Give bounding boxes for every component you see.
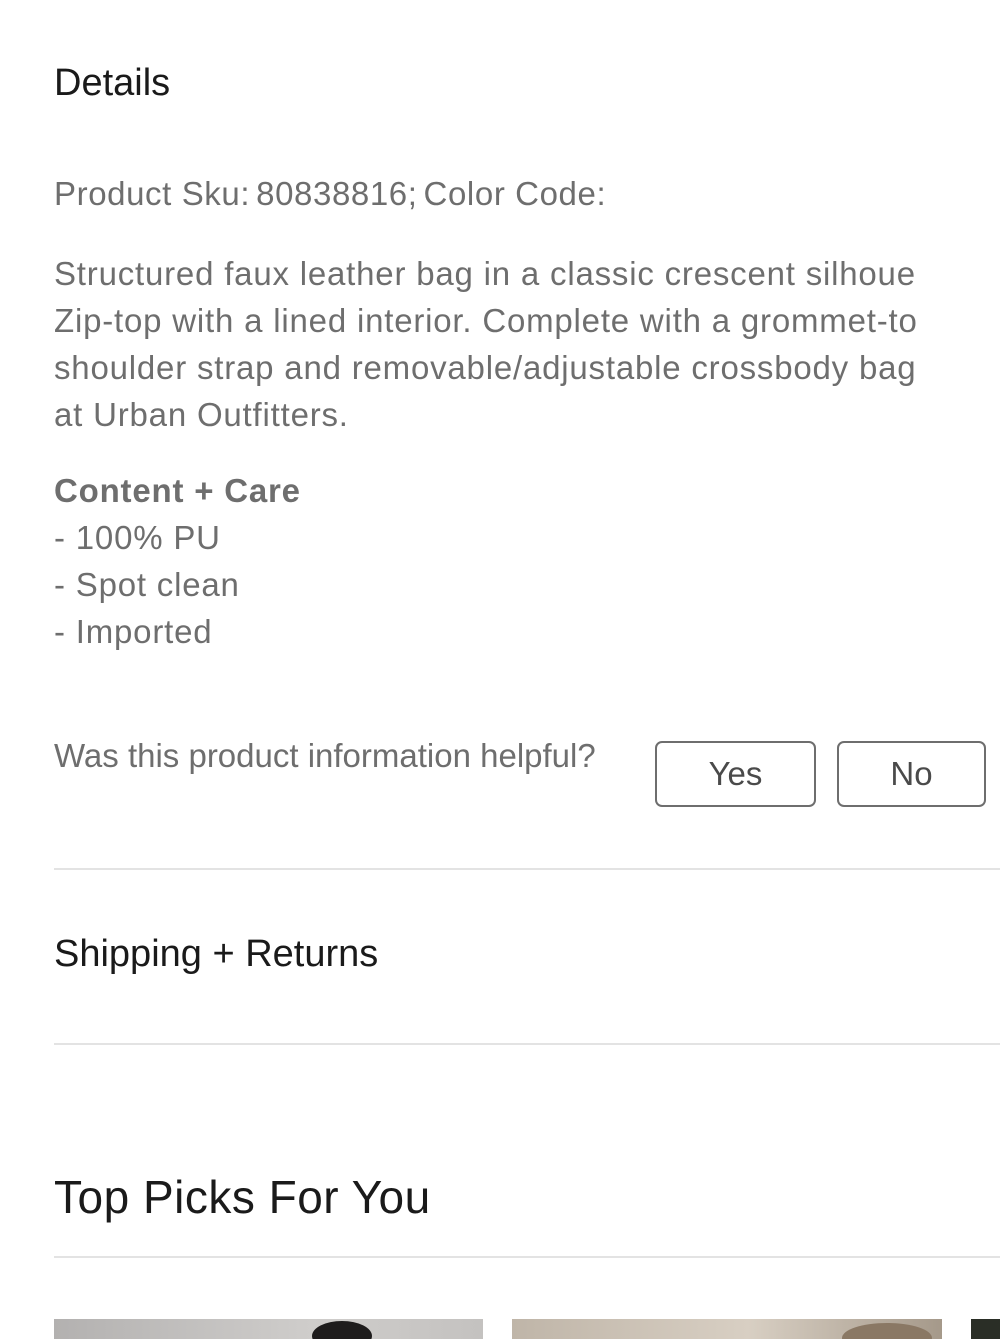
color-code-label: Color Code: — [423, 175, 607, 212]
product-card-image[interactable] — [54, 1319, 483, 1339]
care-item: - Imported — [54, 613, 213, 650]
content-care-title: Content + Care — [54, 472, 301, 509]
section-divider — [54, 1256, 1000, 1258]
description-line: shoulder strap and removable/adjustable … — [54, 349, 917, 386]
section-divider — [54, 1043, 1000, 1045]
helpful-yes-button[interactable]: Yes — [655, 741, 816, 807]
product-card-image[interactable] — [971, 1319, 1000, 1339]
description-line: Zip-top with a lined interior. Complete … — [54, 302, 918, 339]
helpful-no-button[interactable]: No — [837, 741, 986, 807]
description-line: Structured faux leather bag in a classic… — [54, 255, 916, 292]
sku-label: Product Sku: — [54, 175, 251, 212]
top-picks-heading: Top Picks For You — [54, 1171, 431, 1223]
description-line: at Urban Outfitters. — [54, 396, 349, 433]
product-card-image[interactable] — [512, 1319, 942, 1339]
shipping-returns-heading[interactable]: Shipping + Returns — [54, 933, 378, 976]
product-description: Structured faux leather bag in a classic… — [54, 250, 1000, 438]
sku-value: 80838816; — [256, 175, 418, 212]
section-divider — [54, 868, 1000, 870]
details-heading[interactable]: Details — [54, 62, 170, 105]
helpful-question: Was this product information helpful? — [54, 737, 596, 774]
care-item: - Spot clean — [54, 566, 240, 603]
product-sku-line: Product Sku: 80838816; Color Code: — [54, 175, 612, 213]
care-item: - 100% PU — [54, 519, 221, 556]
content-care-section: Content + Care - 100% PU - Spot clean - … — [54, 467, 301, 655]
